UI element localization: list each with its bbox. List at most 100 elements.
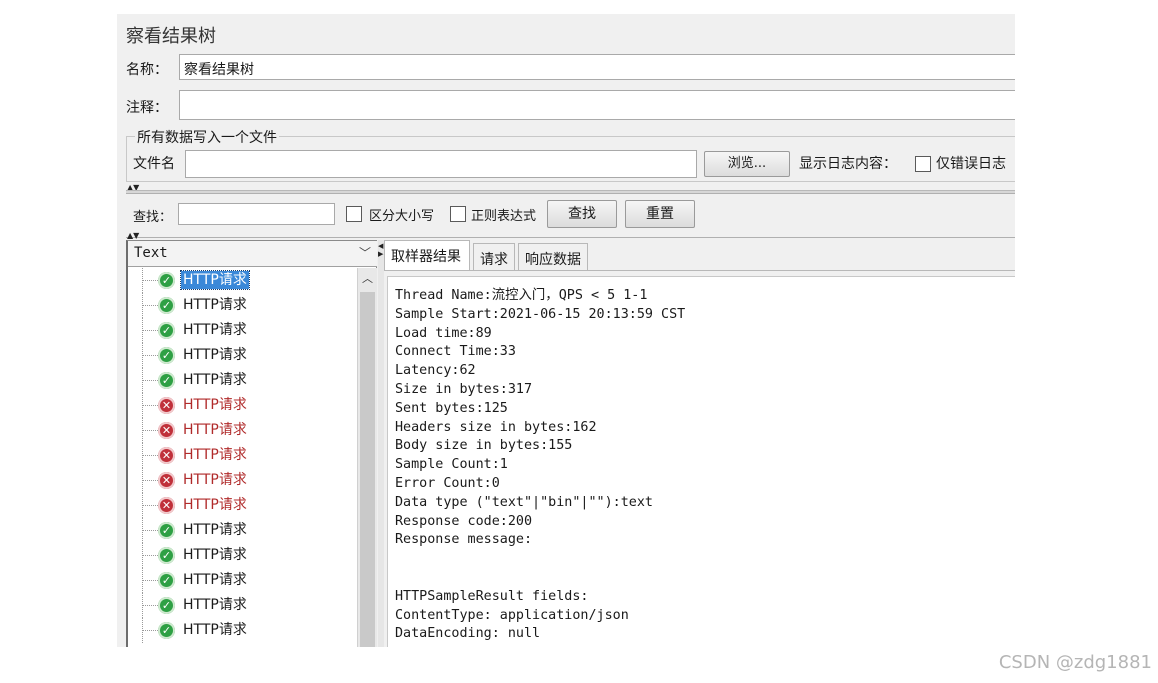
errors-only-label: 仅错误日志 — [936, 156, 1006, 172]
success-shield-icon: ✓ — [158, 372, 175, 389]
result-line: Error Count:0 — [395, 475, 500, 491]
renderer-select[interactable]: Text ﹀ — [128, 241, 377, 267]
find-button[interactable]: 查找 — [547, 200, 617, 228]
result-line: Sent bytes:125 — [395, 400, 508, 416]
tree-item-label: HTTP请求 — [183, 472, 247, 488]
success-shield-icon: ✓ — [158, 297, 175, 314]
show-log-label: 显示日志内容： — [799, 156, 897, 172]
tree-item[interactable]: ✓ HTTP请求 — [128, 618, 357, 643]
result-line: Headers size in bytes:162 — [395, 419, 597, 435]
result-line: Body size in bytes:155 — [395, 438, 573, 454]
result-line: Thread Name:流控入门，QPS < 5 1-1 — [395, 288, 648, 303]
scroll-up-icon[interactable]: ︿ — [358, 270, 377, 286]
result-line: Sample Count:1 — [395, 457, 508, 473]
tree-item[interactable]: ✕ HTTP请求 — [128, 468, 357, 493]
tree-connector — [142, 555, 158, 556]
error-shield-icon: ✕ — [158, 497, 175, 514]
panel-title: 察看结果树 — [126, 26, 216, 47]
result-line: DataEncoding: null — [395, 626, 541, 642]
tree-item[interactable]: ✕ HTTP请求 — [128, 443, 357, 468]
success-shield-icon: ✓ — [158, 572, 175, 589]
success-shield-icon: ✓ — [158, 622, 175, 639]
success-shield-icon: ✓ — [158, 547, 175, 564]
search-input[interactable] — [178, 203, 335, 225]
comment-label: 注释： — [126, 100, 168, 116]
tree-item-label: HTTP请求 — [183, 597, 247, 613]
collapse-arrows-icon-2[interactable]: ▲▼ — [127, 232, 139, 240]
file-group-legend: 所有数据写入一个文件 — [135, 127, 279, 147]
name-field[interactable]: 察看结果树 — [179, 54, 1015, 80]
watermark: CSDN @zdg1881 — [998, 652, 1152, 673]
error-shield-icon: ✕ — [158, 447, 175, 464]
file-group: 所有数据写入一个文件 文件名 浏览... 显示日志内容： 仅错误日志 — [126, 127, 1015, 182]
success-shield-icon: ✓ — [158, 597, 175, 614]
tree-connector — [142, 480, 158, 481]
browse-button[interactable]: 浏览... — [704, 151, 790, 177]
tree-connector — [142, 530, 158, 531]
tree-item[interactable]: ✕ HTTP请求 — [128, 418, 357, 443]
reset-button[interactable]: 重置 — [625, 200, 695, 228]
scrollbar-thumb[interactable] — [360, 292, 375, 647]
tree-connector — [142, 505, 158, 506]
tree-item-label: HTTP请求 — [183, 622, 247, 638]
sampler-result-text[interactable]: Thread Name:流控入门，QPS < 5 1-1 Sample Start… — [387, 276, 1015, 647]
result-line: Sample Start:2021-06-15 20:13:59 CST — [395, 306, 686, 322]
tree-connector — [142, 430, 158, 431]
view-results-tree-panel: 察看结果树 名称： 察看结果树 注释： 所有数据写入一个文件 文件名 浏览...… — [117, 14, 1015, 647]
tree-item-label: HTTP请求 — [183, 397, 247, 413]
tree-item-label: HTTP请求 — [183, 447, 247, 463]
errors-only-checkbox[interactable] — [915, 156, 931, 172]
tree-item[interactable]: ✓ HTTP请求 — [128, 593, 357, 618]
tree-connector — [142, 405, 158, 406]
chevron-down-icon: ﹀ — [358, 246, 371, 260]
tab-0[interactable]: 取样器结果 — [384, 240, 470, 271]
tree-connector — [142, 630, 158, 631]
success-shield-icon: ✓ — [158, 272, 175, 289]
result-line: Connect Time:33 — [395, 344, 516, 360]
comment-field[interactable] — [179, 90, 1015, 120]
tree-scrollbar[interactable]: ︿ — [357, 268, 377, 647]
tree-item[interactable]: ✕ HTTP请求 — [128, 493, 357, 518]
result-pane: 取样器结果 请求 响应数据 Thread Name:流控入门，QPS < 5 1-1… — [384, 240, 1015, 647]
tree-item[interactable]: ✓ HTTP请求 — [128, 518, 357, 543]
tree-connector — [142, 280, 158, 281]
search-label: 查找： — [133, 210, 173, 225]
filename-label: 文件名 — [133, 156, 175, 172]
tree-item[interactable]: ✕ HTTP请求 — [128, 393, 357, 418]
filename-field[interactable] — [185, 150, 697, 178]
tree-connector — [142, 605, 158, 606]
tree-connector — [142, 380, 158, 381]
error-shield-icon: ✕ — [158, 397, 175, 414]
result-line — [395, 569, 1015, 588]
tree-item[interactable]: ✓ HTTP请求 — [128, 318, 357, 343]
case-sensitive-checkbox[interactable] — [346, 206, 362, 222]
tree-item-label: HTTP请求 — [183, 297, 247, 313]
tab-2[interactable]: 响应数据 — [518, 243, 588, 271]
tree-connector — [142, 580, 158, 581]
sample-tree-pane: Text ﹀ ✓ HTTP请求 ✓ HTTP请求 ✓ HTTP请求 ✓ HTTP请求 ✓ HTTP… — [126, 240, 377, 647]
tree-connector — [142, 330, 158, 331]
result-line: Size in bytes:317 — [395, 381, 533, 397]
regex-label: 正则表达式 — [471, 209, 537, 224]
tree-item[interactable]: ✓ HTTP请求 — [128, 293, 357, 318]
result-line: HTTPSampleResult fields: — [395, 588, 589, 604]
result-line: Load time:89 — [395, 325, 492, 341]
tree-item[interactable]: ✓ HTTP请求 — [128, 568, 357, 593]
tree-item[interactable]: ✓ HTTP请求 — [128, 368, 357, 393]
split-arrows-icon[interactable]: ◀ ▶ — [378, 242, 383, 258]
result-line: Response message: — [395, 532, 533, 548]
result-line: Latency:62 — [395, 363, 476, 379]
result-line: Data type ("text"|"bin"|""):text — [395, 494, 653, 510]
result-line: ContentType: application/json — [395, 607, 629, 623]
regex-checkbox[interactable] — [450, 206, 466, 222]
tree-item-label: HTTP请求 — [180, 270, 250, 290]
tree-item[interactable]: ✓ HTTP请求 — [128, 343, 357, 368]
tree-item-label: HTTP请求 — [183, 372, 247, 388]
tab-divider — [384, 270, 1015, 271]
tab-1[interactable]: 请求 — [473, 243, 515, 271]
tree-item-label: HTTP请求 — [183, 547, 247, 563]
error-shield-icon: ✕ — [158, 422, 175, 439]
tree-item-label: HTTP请求 — [183, 497, 247, 513]
tree-item[interactable]: ✓ HTTP请求 — [128, 268, 357, 293]
tree-item[interactable]: ✓ HTTP请求 — [128, 543, 357, 568]
